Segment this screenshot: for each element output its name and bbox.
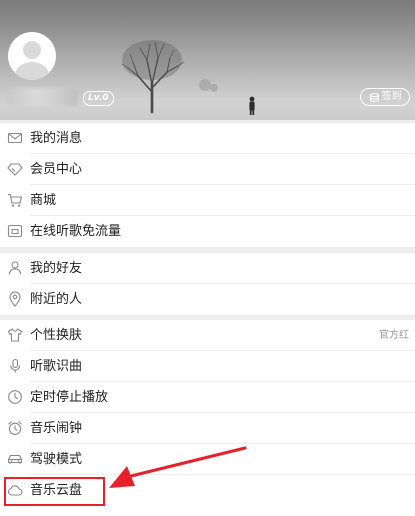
signin-button[interactable]: 签到 <box>360 88 410 106</box>
menu-item-label: 定时停止播放 <box>30 390 109 405</box>
menu-item-label: 我的好友 <box>30 261 83 276</box>
menu-item-label: 我的消息 <box>30 131 83 146</box>
menu-item-music-alarm[interactable]: 音乐闹钟 <box>0 413 415 444</box>
menu-item-skin[interactable]: 个性换肤 官方红 <box>0 320 415 351</box>
current-skin-value: 官方红 <box>379 330 409 341</box>
menu-section-account: 我的消息 会员中心 商城 在线听歌免流量 <box>0 123 415 247</box>
menu-item-sleep-timer[interactable]: 定时停止播放 <box>0 382 415 413</box>
mail-icon <box>7 130 23 146</box>
menu-item-free-data[interactable]: 在线听歌免流量 <box>0 216 415 247</box>
avatar[interactable] <box>8 32 56 80</box>
username-redacted <box>8 88 78 106</box>
sim-card-icon <box>7 223 23 239</box>
menu-item-nearby[interactable]: 附近的人 <box>0 284 415 315</box>
person-icon <box>7 260 23 276</box>
coins-icon <box>369 92 379 102</box>
alarm-clock-icon <box>7 420 23 436</box>
avatar-placeholder-head <box>23 41 41 59</box>
menu-item-label: 听歌识曲 <box>30 359 83 374</box>
menu-item-store[interactable]: 商城 <box>0 185 415 216</box>
menu-item-song-recognition[interactable]: 听歌识曲 <box>0 351 415 382</box>
menu-item-label: 音乐闹钟 <box>30 421 83 436</box>
signin-label: 签到 <box>381 91 402 102</box>
menu-item-label: 会员中心 <box>30 162 83 177</box>
diamond-icon <box>7 161 23 177</box>
car-icon <box>7 451 23 467</box>
menu-section-social: 我的好友 附近的人 <box>0 253 415 315</box>
profile-header: Lv.0 签到 <box>0 0 415 120</box>
menu-item-cloud-drive[interactable]: 音乐云盘 <box>0 475 415 506</box>
menu-item-label: 音乐云盘 <box>30 483 83 498</box>
menu-item-driving-mode[interactable]: 驾驶模式 <box>0 444 415 475</box>
location-pin-icon <box>7 291 23 307</box>
menu-item-label: 商城 <box>30 193 57 208</box>
cart-icon <box>7 192 23 208</box>
menu-item-friends[interactable]: 我的好友 <box>0 253 415 284</box>
menu-item-label: 个性换肤 <box>30 328 83 343</box>
menu-item-messages[interactable]: 我的消息 <box>0 123 415 154</box>
avatar-placeholder-body <box>15 62 49 80</box>
menu-item-vip-center[interactable]: 会员中心 <box>0 154 415 185</box>
tshirt-icon <box>7 327 23 343</box>
microphone-icon <box>7 358 23 374</box>
cloud-icon <box>7 482 23 498</box>
menu-item-label: 驾驶模式 <box>30 452 83 467</box>
menu-item-label: 在线听歌免流量 <box>30 224 122 239</box>
menu-item-label: 附近的人 <box>30 292 83 307</box>
level-badge[interactable]: Lv.0 <box>83 91 114 106</box>
menu-section-settings: 个性换肤 官方红 听歌识曲 定时停止播放 音乐闹钟 驾驶模式 音乐云盘 <box>0 320 415 516</box>
clock-icon <box>7 389 23 405</box>
